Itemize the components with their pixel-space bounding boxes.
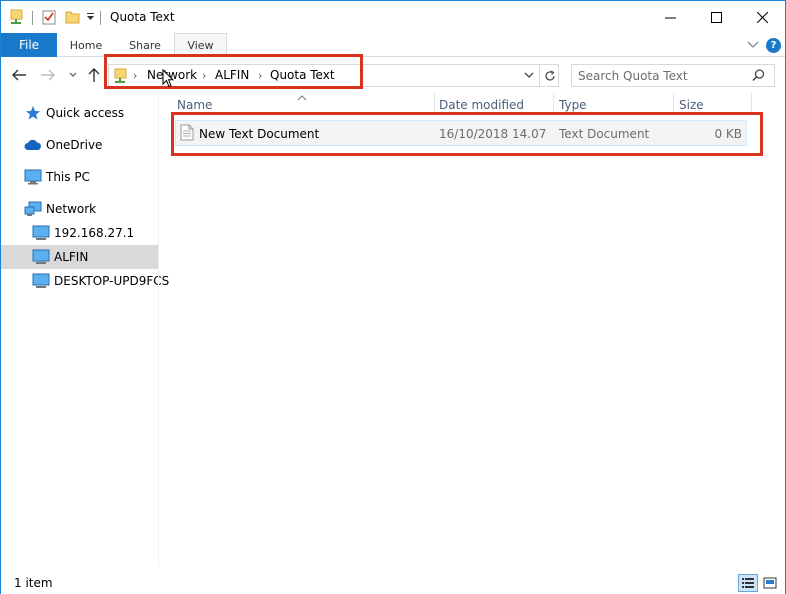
- details-view-button[interactable]: [738, 574, 758, 592]
- file-type: Text Document: [559, 127, 650, 141]
- maximize-button[interactable]: [693, 1, 739, 33]
- column-header-date-modified[interactable]: Date modified: [439, 98, 524, 112]
- computer-icon: [32, 249, 50, 268]
- status-bar: 1 item: [1, 570, 785, 594]
- refresh-button[interactable]: [539, 65, 559, 86]
- ribbon: File Home Share View ?: [1, 33, 785, 57]
- sidebar-item-label: Quick access: [46, 106, 125, 120]
- back-button[interactable]: [10, 66, 28, 84]
- close-button[interactable]: [739, 1, 785, 33]
- customize-toolbar-icon[interactable]: [86, 11, 95, 26]
- column-header-type[interactable]: Type: [559, 98, 587, 112]
- monitor-icon: [24, 169, 42, 188]
- explorer-window: Quota Text File Home Share View ? › Netw…: [0, 0, 786, 594]
- tab-share[interactable]: Share: [119, 33, 171, 57]
- recent-locations-chevron-icon[interactable]: [64, 66, 82, 84]
- divider: [32, 11, 33, 25]
- search-icon[interactable]: [752, 69, 765, 85]
- search-input[interactable]: [578, 67, 748, 84]
- new-folder-icon[interactable]: [65, 9, 81, 28]
- search-box[interactable]: [571, 64, 775, 87]
- navigation-pane: Quick access OneDrive This PC Network 19…: [1, 96, 169, 566]
- help-button[interactable]: ?: [766, 38, 781, 53]
- computer-icon: [32, 225, 50, 244]
- network-folder-icon: [114, 68, 128, 87]
- sidebar-item-label: ALFIN: [54, 250, 89, 264]
- sidebar-item-onedrive[interactable]: OneDrive: [1, 133, 158, 157]
- breadcrumb-alfin[interactable]: ALFIN: [215, 68, 249, 82]
- file-list: Name Date modified Type Size New Text Do…: [159, 92, 785, 566]
- chevron-right-icon[interactable]: ›: [133, 69, 137, 82]
- sidebar-item-label: Network: [46, 202, 97, 216]
- tab-home[interactable]: Home: [61, 33, 111, 57]
- chevron-right-icon[interactable]: ›: [202, 69, 206, 82]
- table-row[interactable]: New Text Document 16/10/2018 14.07 Text …: [175, 120, 747, 146]
- sidebar-item-label: DESKTOP-UPD9FCS: [54, 274, 170, 288]
- minimize-button[interactable]: [647, 1, 693, 33]
- computer-icon: [32, 273, 50, 292]
- sidebar-item-alfin[interactable]: ALFIN: [1, 245, 158, 269]
- column-divider[interactable]: [434, 93, 435, 116]
- file-name: New Text Document: [199, 127, 320, 141]
- file-date-modified: 16/10/2018 14.07: [439, 127, 547, 141]
- network-folder-icon[interactable]: [10, 9, 24, 28]
- sidebar-item-label: This PC: [46, 170, 90, 184]
- title-bar: Quota Text: [1, 1, 785, 33]
- expand-ribbon-icon[interactable]: [746, 37, 760, 51]
- breadcrumb-quota-text[interactable]: Quota Text: [270, 68, 335, 82]
- properties-icon[interactable]: [42, 9, 56, 28]
- text-file-icon: [180, 124, 194, 144]
- window-title: Quota Text: [110, 10, 175, 24]
- chevron-right-icon[interactable]: ›: [258, 69, 262, 82]
- sidebar-item-label: 192.168.27.1: [54, 226, 135, 240]
- network-icon: [24, 201, 42, 220]
- address-bar[interactable]: › Network › ALFIN › Quota Text: [108, 64, 559, 87]
- sidebar-item-label: OneDrive: [46, 138, 103, 152]
- address-history-chevron-icon[interactable]: [523, 68, 535, 85]
- column-divider[interactable]: [751, 93, 752, 116]
- large-icons-view-button[interactable]: [760, 574, 780, 592]
- file-size: 0 KB: [714, 127, 742, 141]
- column-divider[interactable]: [673, 93, 674, 116]
- divider: [100, 11, 101, 25]
- tab-file[interactable]: File: [1, 33, 57, 57]
- sidebar-item-this-pc[interactable]: This PC: [1, 165, 158, 189]
- tab-view[interactable]: View: [174, 33, 227, 57]
- column-divider[interactable]: [553, 93, 554, 116]
- sidebar-item-desktop-upd9fcs[interactable]: DESKTOP-UPD9FCS: [1, 269, 169, 293]
- column-header-size[interactable]: Size: [679, 98, 704, 112]
- column-header-name[interactable]: Name: [177, 98, 212, 112]
- mouse-cursor-icon: [162, 68, 175, 91]
- sidebar-item-network[interactable]: Network: [1, 197, 158, 221]
- up-button[interactable]: [85, 66, 103, 84]
- forward-button[interactable]: [39, 66, 57, 84]
- sidebar-item-192-168-27-1[interactable]: 192.168.27.1: [1, 221, 158, 245]
- sort-ascending-icon: [297, 90, 307, 104]
- navigation-bar: › Network › ALFIN › Quota Text: [1, 58, 785, 92]
- sidebar-item-quick-access[interactable]: Quick access: [1, 101, 158, 125]
- cloud-icon: [24, 137, 42, 156]
- item-count: 1 item: [14, 576, 53, 590]
- star-icon: [25, 105, 41, 124]
